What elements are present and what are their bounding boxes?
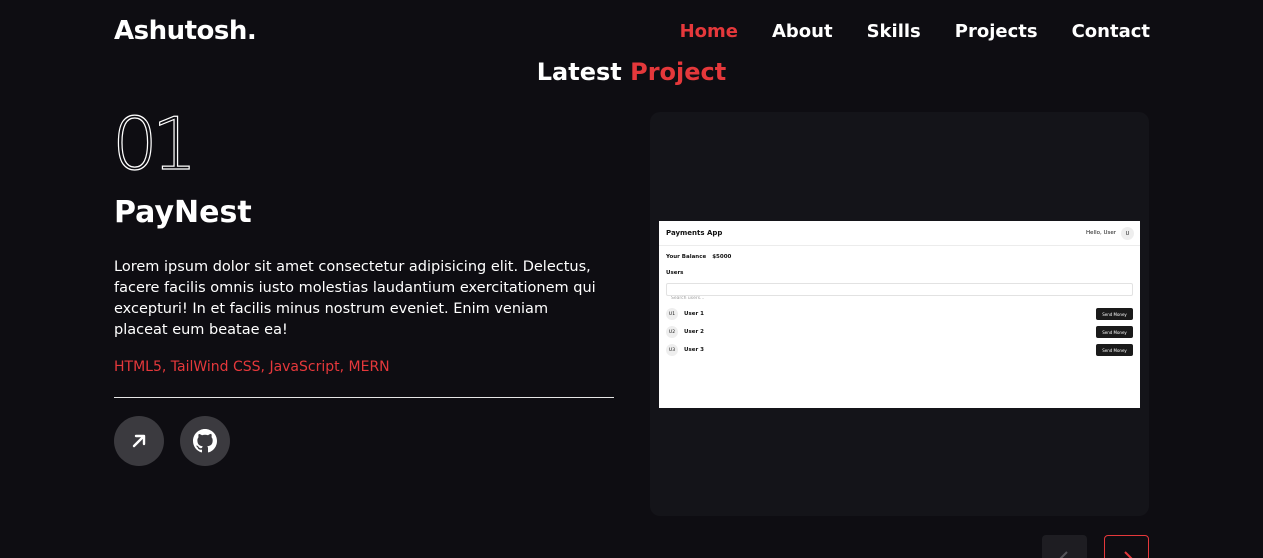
nav-link-projects[interactable]: Projects xyxy=(955,21,1038,42)
send-money-button: Send Money xyxy=(1096,308,1133,320)
app-greeting: Hello, User xyxy=(1086,230,1116,236)
user-name: User 2 xyxy=(684,329,704,335)
project-preview-card: Payments App Hello, User U Your Balance $… xyxy=(650,112,1149,516)
nav-link-about[interactable]: About xyxy=(772,21,833,42)
users-heading: Users xyxy=(666,270,684,276)
chevron-right-icon xyxy=(1123,550,1132,558)
user-avatar: U1 xyxy=(666,308,678,320)
project-screenshot: Payments App Hello, User U Your Balance $… xyxy=(659,221,1140,408)
nav-link-home[interactable]: Home xyxy=(680,21,738,42)
balance-value: $5000 xyxy=(712,254,732,260)
user-row: U3 User 3 Send Money xyxy=(666,343,1133,357)
project-name: PayNest xyxy=(114,195,252,230)
arrow-up-right-icon xyxy=(132,434,146,448)
user-name: User 1 xyxy=(684,311,704,317)
app-balance: Your Balance $5000 xyxy=(666,254,731,260)
app-header: Payments App Hello, User U xyxy=(659,221,1140,246)
section-title: Latest Project xyxy=(0,58,1263,86)
github-button[interactable] xyxy=(180,416,230,466)
project-description: Lorem ipsum dolor sit amet consectetur a… xyxy=(114,259,596,338)
balance-label: Your Balance xyxy=(666,254,707,260)
project-tech-stack: HTML5, TailWind CSS, JavaScript, MERN xyxy=(114,359,390,375)
slider-next-button[interactable] xyxy=(1104,535,1149,558)
app-title: Payments App xyxy=(666,229,723,237)
divider xyxy=(114,397,614,398)
user-name: User 3 xyxy=(684,347,704,353)
logo[interactable]: Ashutosh. xyxy=(114,16,257,46)
nav-link-contact[interactable]: Contact xyxy=(1072,21,1150,42)
search-input xyxy=(667,293,1132,304)
chevron-left-icon xyxy=(1059,550,1068,558)
user-row: U2 User 2 Send Money xyxy=(666,325,1133,339)
section-title-main: Latest xyxy=(536,58,622,86)
user-row: U1 User 1 Send Money xyxy=(666,307,1133,321)
search-field xyxy=(666,283,1133,304)
nav-link-skills[interactable]: Skills xyxy=(867,21,921,42)
live-demo-button[interactable] xyxy=(114,416,164,466)
send-money-button: Send Money xyxy=(1096,344,1133,356)
user-avatar: U3 xyxy=(666,344,678,356)
section-title-accent: Project xyxy=(630,58,727,86)
main-nav: Home About Skills Projects Contact xyxy=(680,21,1150,42)
github-icon xyxy=(193,429,217,453)
send-money-button: Send Money xyxy=(1096,326,1133,338)
avatar: U xyxy=(1121,227,1134,240)
user-avatar: U2 xyxy=(666,326,678,338)
project-number: 01 xyxy=(111,102,198,186)
slider-prev-button[interactable] xyxy=(1042,535,1087,558)
